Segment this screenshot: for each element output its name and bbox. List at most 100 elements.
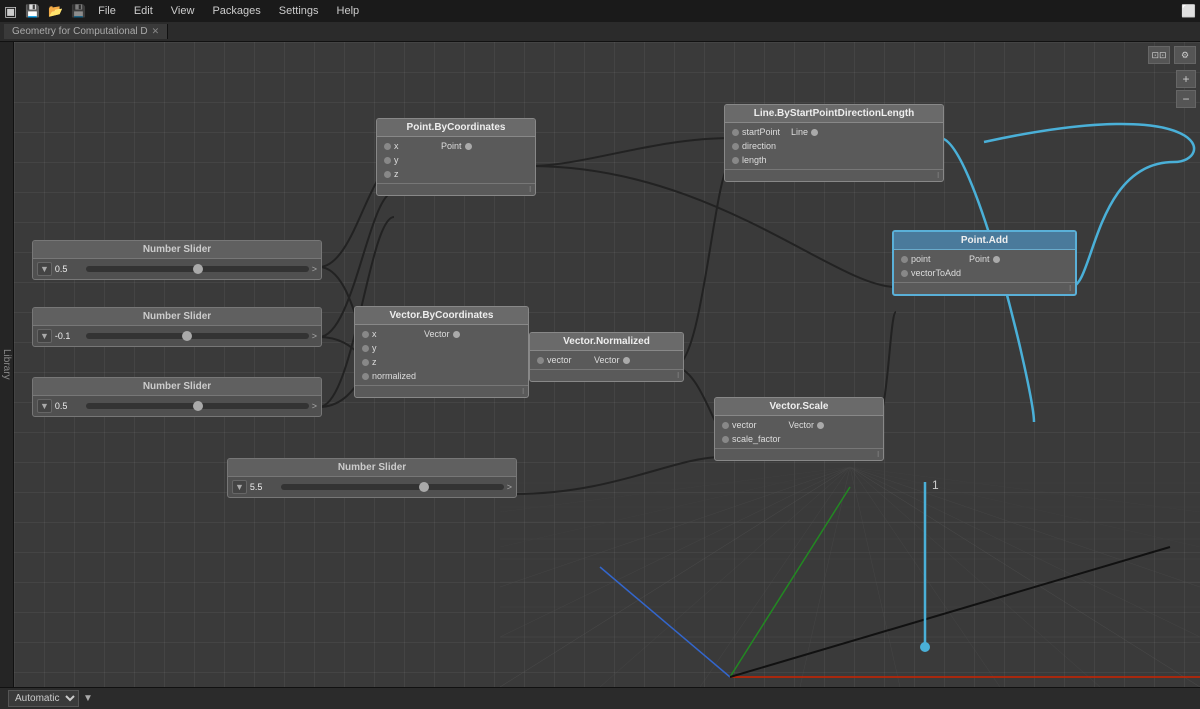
vs-port-scale: scale_factor: [715, 432, 785, 446]
vs-port-vector-dot[interactable]: [722, 422, 729, 429]
vector-by-coordinates-outputs: Vector: [420, 325, 467, 385]
point-by-coordinates-outputs: Point: [437, 137, 479, 183]
run-mode-select[interactable]: Automatic Manual Periodic: [8, 690, 79, 707]
zoom-fit-button[interactable]: ⊡⊡: [1148, 46, 1170, 64]
pa-output-dot[interactable]: [993, 256, 1000, 263]
slider-1-increase[interactable]: >: [312, 264, 317, 274]
line-port-len-dot[interactable]: [732, 157, 739, 164]
vector-normalized-node: Vector.Normalized vector Vector l: [529, 332, 684, 382]
save-icon[interactable]: 💾: [25, 4, 40, 18]
vbc-output: Vector: [420, 327, 467, 341]
vbc-port-y: y: [355, 341, 420, 355]
line-output: Line: [787, 125, 825, 139]
slider-3-increase[interactable]: >: [312, 401, 317, 411]
slider-2-header: Number Slider: [33, 308, 321, 326]
menu-help[interactable]: Help: [333, 3, 364, 19]
point-add-header: Point.Add: [894, 232, 1075, 250]
pa-port-vector: vectorToAdd: [894, 266, 965, 280]
slider-3-decrease[interactable]: ▼: [37, 399, 52, 413]
point-by-coordinates-header: Point.ByCoordinates: [377, 119, 535, 137]
settings-button[interactable]: ⚙: [1174, 46, 1196, 64]
vbc-port-x-dot[interactable]: [362, 331, 369, 338]
menu-packages[interactable]: Packages: [208, 3, 264, 19]
slider-1-decrease[interactable]: ▼: [37, 262, 52, 276]
vn-outputs: Vector: [590, 351, 637, 369]
slider-4-value: 5.5: [250, 482, 278, 492]
port-y: y: [377, 153, 437, 167]
output-point: Point: [437, 139, 479, 153]
slider-1-track[interactable]: [86, 266, 309, 272]
svg-text:1: 1: [932, 478, 939, 492]
slider-1-header: Number Slider: [33, 241, 321, 259]
line-node-header: Line.ByStartPointDirectionLength: [725, 105, 943, 123]
slider-3-track[interactable]: [86, 403, 309, 409]
vbc-port-norm: normalized: [355, 369, 420, 383]
line-node-footer: l: [725, 169, 943, 181]
menu-edit[interactable]: Edit: [130, 3, 157, 19]
point-by-coordinates-inputs: x y z: [377, 137, 437, 183]
tab-label: Geometry for Computational D: [12, 26, 148, 37]
line-port-len: length: [725, 153, 785, 167]
menu-settings[interactable]: Settings: [275, 3, 323, 19]
pa-footer: l: [894, 282, 1075, 294]
tab-close[interactable]: ✕: [152, 26, 160, 37]
canvas[interactable]: ⊡⊡ ⚙ + − Number Slider ▼ 0.5 > Number Sl…: [14, 42, 1200, 687]
slider-2-track[interactable]: [86, 333, 309, 339]
vector-scale-node: Vector.Scale vector scale_factor Vector: [714, 397, 884, 461]
zoom-in-button[interactable]: +: [1176, 70, 1196, 88]
menu-view[interactable]: View: [167, 3, 199, 19]
main-tab[interactable]: Geometry for Computational D ✕: [4, 24, 168, 39]
run-mode-arrow[interactable]: ▼: [83, 693, 93, 704]
vbc-port-z-dot[interactable]: [362, 359, 369, 366]
slider-3-header: Number Slider: [33, 378, 321, 396]
point-by-coordinates-node: Point.ByCoordinates x y z: [376, 118, 536, 196]
open-icon[interactable]: 📂: [48, 4, 63, 18]
library-sidebar[interactable]: Library: [0, 42, 14, 687]
vn-footer: l: [530, 369, 683, 381]
vbc-port-y-dot[interactable]: [362, 345, 369, 352]
vs-port-scale-dot[interactable]: [722, 436, 729, 443]
vn-port-vector-dot[interactable]: [537, 357, 544, 364]
number-slider-3: Number Slider ▼ 0.5 >: [32, 377, 322, 417]
slider-4-increase[interactable]: >: [507, 482, 512, 492]
line-output-dot[interactable]: [811, 129, 818, 136]
pa-port-point-dot[interactable]: [901, 256, 908, 263]
pa-port-vector-dot[interactable]: [901, 270, 908, 277]
pa-outputs: Point: [965, 250, 1007, 282]
tabbar: Geometry for Computational D ✕: [0, 22, 1200, 42]
vector-by-coordinates-header: Vector.ByCoordinates: [355, 307, 528, 325]
slider-4-decrease[interactable]: ▼: [232, 480, 247, 494]
titlebar: ▣ 💾 📂 💾 File Edit View Packages Settings…: [0, 0, 1200, 22]
number-slider-4: Number Slider ▼ 5.5 >: [227, 458, 517, 498]
menu-file[interactable]: File: [94, 3, 120, 19]
vn-output-dot[interactable]: [623, 357, 630, 364]
output-point-dot[interactable]: [465, 143, 472, 150]
port-x-dot[interactable]: [384, 143, 391, 150]
number-slider-2: Number Slider ▼ -0.1 >: [32, 307, 322, 347]
port-z-dot[interactable]: [384, 171, 391, 178]
vector-normalized-header: Vector.Normalized: [530, 333, 683, 351]
vs-output-dot[interactable]: [817, 422, 824, 429]
slider-2-increase[interactable]: >: [312, 331, 317, 341]
workspace: Library: [0, 42, 1200, 687]
menu-bar: File Edit View Packages Settings Help: [94, 3, 363, 19]
port-y-dot[interactable]: [384, 157, 391, 164]
vbc-port-norm-dot[interactable]: [362, 373, 369, 380]
zoom-out-button[interactable]: −: [1176, 90, 1196, 108]
maximize-icon[interactable]: ⬜: [1181, 4, 1196, 18]
vs-port-vector: vector: [715, 418, 785, 432]
vbc-output-dot[interactable]: [453, 331, 460, 338]
point-add-node: Point.Add point vectorToAdd Point: [892, 230, 1077, 296]
line-port-start-dot[interactable]: [732, 129, 739, 136]
slider-2-decrease[interactable]: ▼: [37, 329, 52, 343]
line-port-dir-dot[interactable]: [732, 143, 739, 150]
slider-1-value: 0.5: [55, 264, 83, 274]
vbc-port-x: x: [355, 327, 420, 341]
save2-icon[interactable]: 💾: [71, 4, 86, 18]
slider-4-track[interactable]: [281, 484, 504, 490]
vs-header: Vector.Scale: [715, 398, 883, 416]
port-z: z: [377, 167, 437, 181]
line-node-inputs: startPoint direction length: [725, 123, 785, 169]
corner-icons: ⊡⊡ ⚙: [1148, 46, 1196, 64]
number-slider-1: Number Slider ▼ 0.5 >: [32, 240, 322, 280]
